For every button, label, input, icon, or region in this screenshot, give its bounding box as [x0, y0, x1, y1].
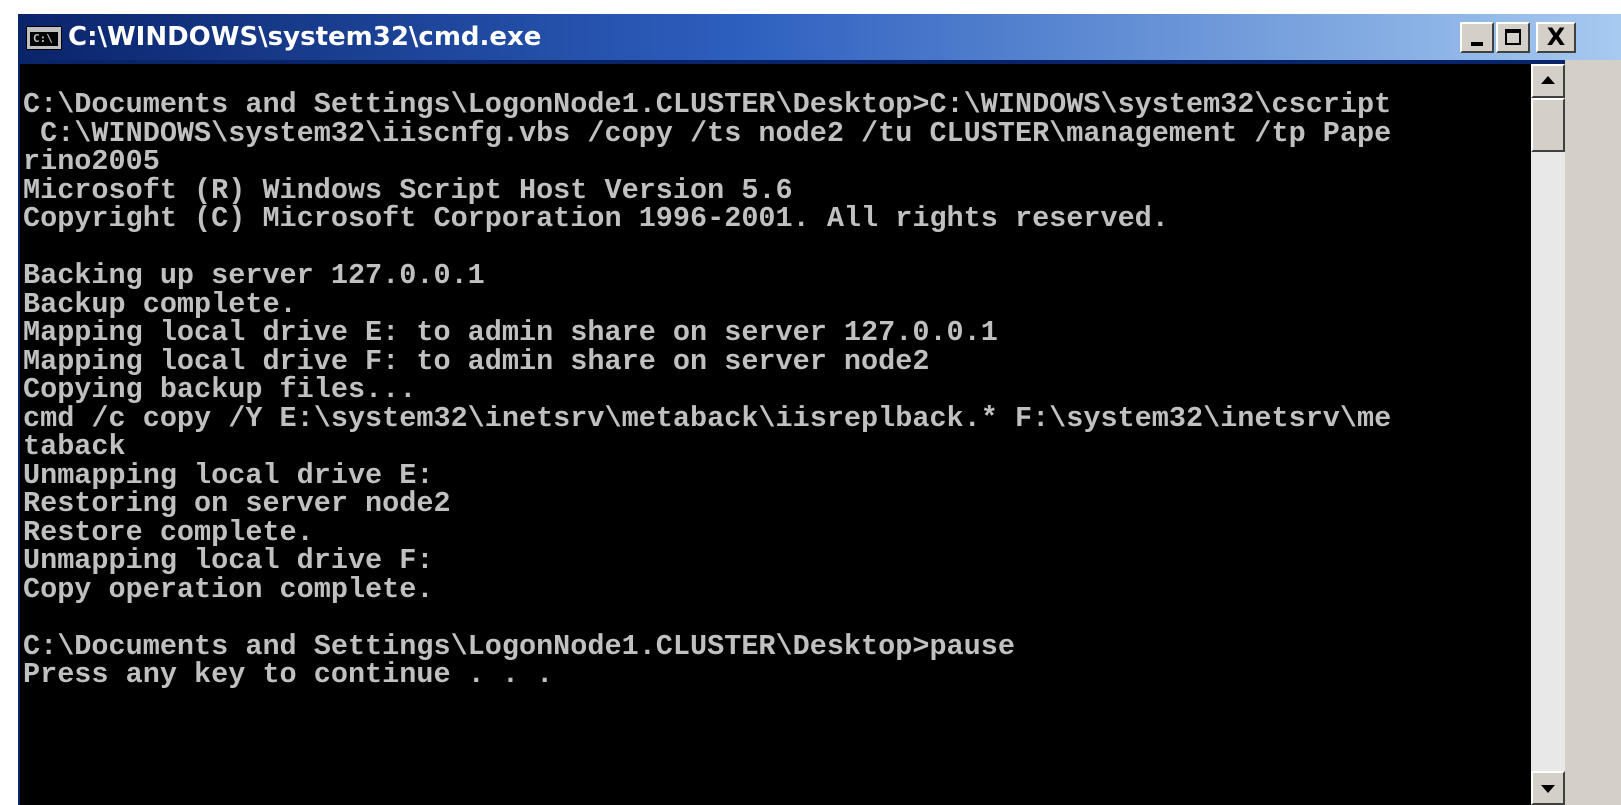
console-output: C:\Documents and Settings\LogonNode1.CLU… [20, 64, 1531, 690]
console-line: C:\WINDOWS\system32\iiscnfg.vbs /copy /t… [23, 116, 1392, 150]
scroll-thumb[interactable] [1531, 98, 1565, 152]
vertical-scrollbar[interactable] [1531, 64, 1565, 805]
arrow-down-icon [1541, 785, 1555, 793]
close-button[interactable]: X [1536, 22, 1576, 53]
console-line: Press any key to continue . . . [23, 658, 554, 691]
window-frame-right [1565, 60, 1621, 805]
console-line: Copy operation complete. [23, 572, 434, 606]
console-area[interactable]: C:\Documents and Settings\LogonNode1.CLU… [20, 64, 1531, 805]
window-title: C:\WINDOWS\system32\cmd.exe [68, 22, 542, 52]
console-line: cmd /c copy /Y E:\system32\inetsrv\metab… [23, 401, 1392, 435]
maximize-button[interactable] [1496, 22, 1530, 53]
cmd-icon-text: C:\ [33, 32, 53, 45]
minimize-icon [1471, 42, 1483, 46]
minimize-button[interactable] [1460, 22, 1494, 53]
arrow-up-icon [1541, 76, 1555, 84]
maximize-icon [1505, 29, 1521, 45]
cmd-icon[interactable]: C:\ [26, 26, 62, 50]
scroll-up-button[interactable] [1531, 64, 1565, 98]
scroll-down-button[interactable] [1531, 771, 1565, 805]
cmd-window: C:\ C:\WINDOWS\system32\cmd.exe X C:\Doc… [18, 14, 1621, 805]
close-icon: X [1546, 23, 1566, 51]
title-bar[interactable]: C:\ C:\WINDOWS\system32\cmd.exe X [18, 14, 1621, 60]
console-line: Copyright (C) Microsoft Corporation 1996… [23, 202, 1169, 235]
